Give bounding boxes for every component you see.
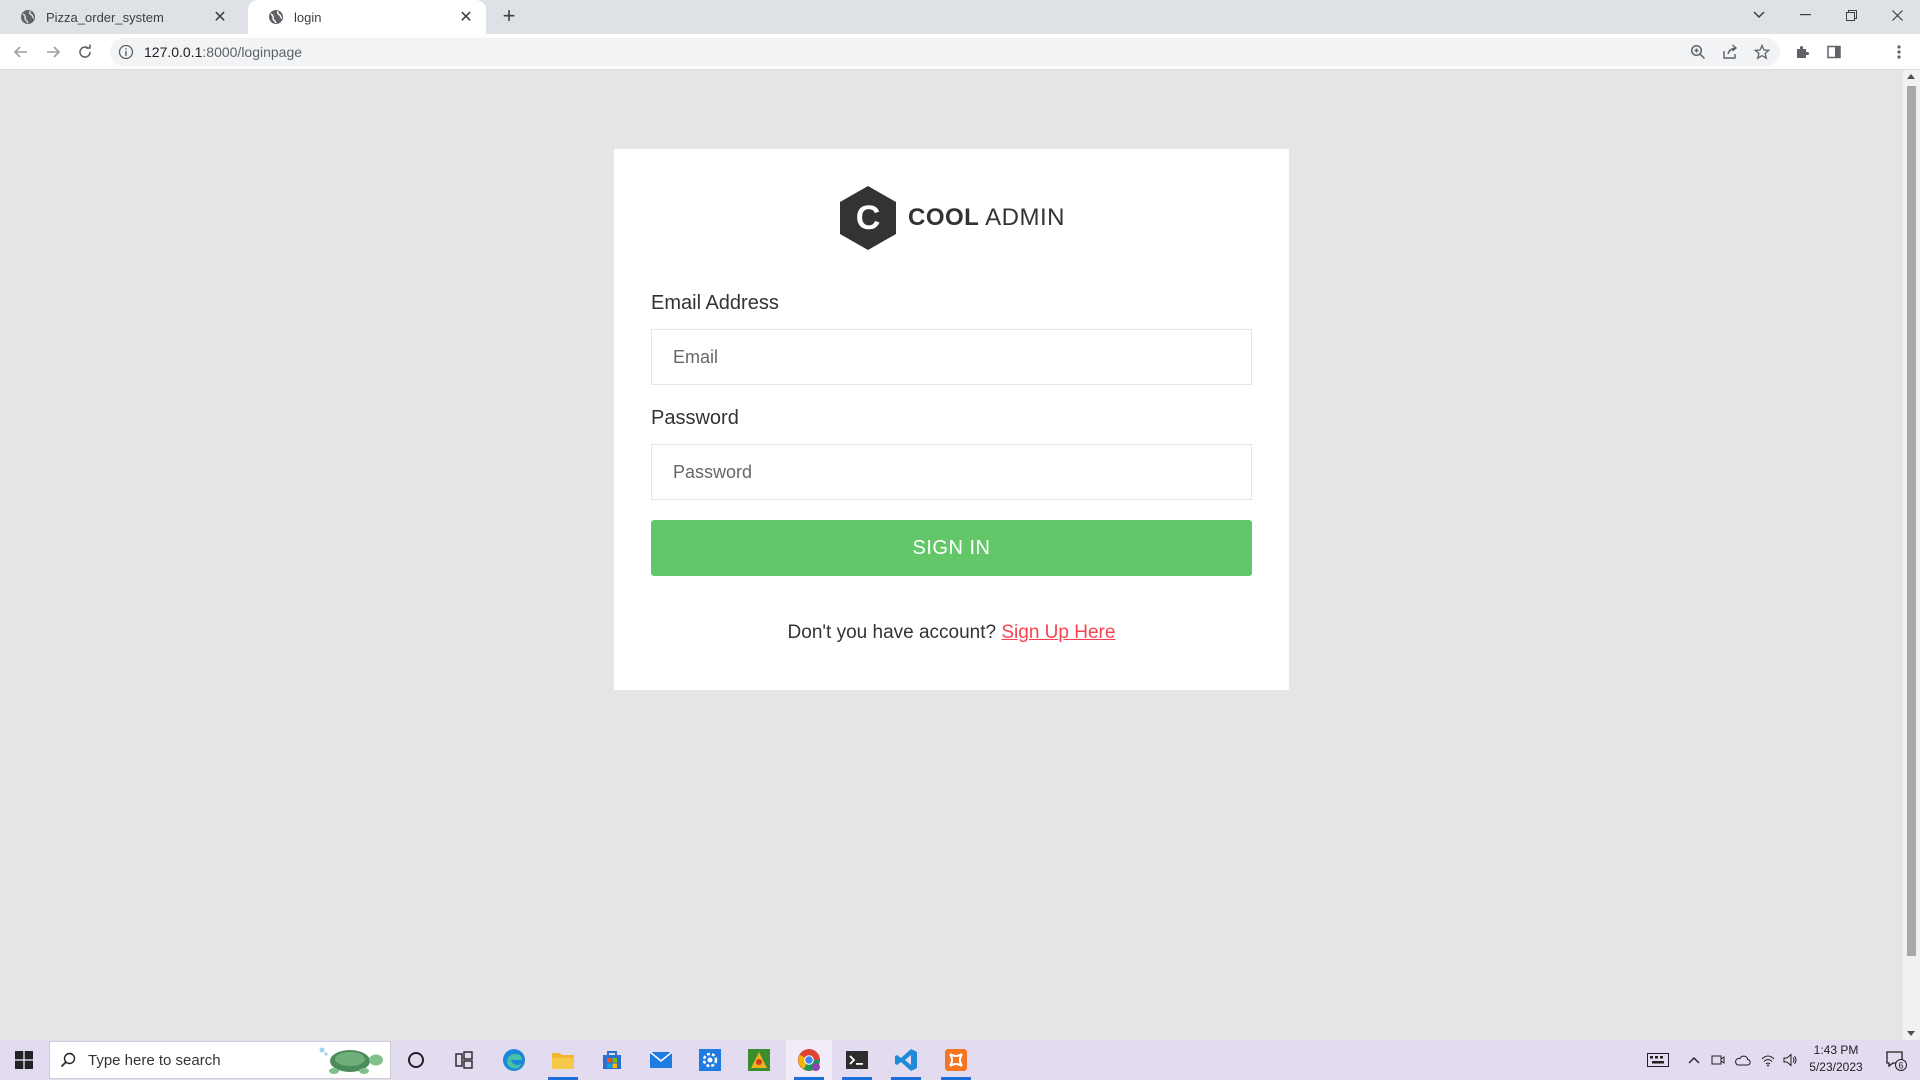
reload-icon[interactable] — [72, 39, 98, 65]
search-placeholder: Type here to search — [88, 1051, 221, 1069]
login-card: C COOL ADMIN Email Address Password SIGN… — [614, 149, 1289, 690]
vscode-icon[interactable] — [883, 1040, 929, 1080]
settings-gear-icon[interactable] — [687, 1040, 733, 1080]
brand-name: COOL ADMIN — [908, 204, 1065, 232]
windows-start-icon[interactable] — [0, 1040, 48, 1080]
close-window-icon[interactable] — [1874, 0, 1920, 30]
close-tab-icon[interactable]: ✕ — [458, 7, 474, 27]
system-clock[interactable]: 1:43 PM 5/23/2023 — [1800, 1042, 1872, 1078]
onedrive-cloud-icon[interactable] — [1732, 1040, 1754, 1080]
sign-in-button[interactable]: SIGN IN — [651, 520, 1252, 576]
address-bar[interactable]: 127.0.0.1:8000/loginpage — [110, 38, 1780, 66]
logo-mark: C — [856, 199, 881, 237]
show-hidden-icons-chevron-icon[interactable] — [1684, 1040, 1704, 1080]
page-viewport: C COOL ADMIN Email Address Password SIGN… — [0, 70, 1903, 1040]
close-tab-icon[interactable]: ✕ — [212, 7, 228, 27]
terminal-icon[interactable] — [834, 1040, 880, 1080]
scroll-down-arrow-icon[interactable] — [1907, 1031, 1915, 1036]
email-label: Email Address — [651, 292, 779, 314]
forward-arrow-icon[interactable] — [40, 39, 66, 65]
hexagon-logo-icon: C — [838, 185, 898, 251]
edge-browser-icon[interactable] — [491, 1040, 537, 1080]
scrollbar-thumb[interactable] — [1907, 86, 1916, 956]
password-field[interactable] — [651, 444, 1252, 500]
back-arrow-icon[interactable] — [8, 39, 34, 65]
share-icon[interactable] — [1717, 39, 1743, 65]
new-tab-button[interactable]: + — [496, 4, 522, 30]
bookmark-star-icon[interactable] — [1749, 39, 1775, 65]
chrome-browser-icon[interactable] — [786, 1040, 832, 1080]
cortana-icon[interactable] — [393, 1040, 439, 1080]
meet-now-icon[interactable] — [1708, 1040, 1728, 1080]
page-scrollbar[interactable] — [1903, 70, 1920, 1040]
mail-icon[interactable] — [638, 1040, 684, 1080]
network-wifi-icon[interactable] — [1758, 1040, 1778, 1080]
notification-count: 6 — [1898, 1061, 1903, 1071]
cool-admin-logo[interactable]: C COOL ADMIN — [838, 185, 1065, 251]
game-app-icon[interactable] — [736, 1040, 782, 1080]
kebab-menu-icon[interactable] — [1886, 39, 1912, 65]
volume-speaker-icon[interactable] — [1780, 1040, 1800, 1080]
notification-center-icon[interactable]: 6 — [1876, 1040, 1916, 1080]
windows-taskbar: Type here to search 1:43 PM 5/23/2023 6 — [0, 1040, 1920, 1080]
sign-up-link[interactable]: Sign Up Here — [1001, 622, 1115, 643]
file-explorer-icon[interactable] — [540, 1040, 586, 1080]
keyboard-layout-icon[interactable] — [1644, 1040, 1672, 1080]
browser-tab-strip: Pizza_order_system ✕ login ✕ + — [0, 0, 1920, 34]
zoom-icon[interactable] — [1685, 39, 1711, 65]
tab-search-chevron-icon[interactable] — [1736, 0, 1782, 30]
scroll-up-arrow-icon[interactable] — [1907, 74, 1915, 79]
xampp-icon[interactable] — [933, 1040, 979, 1080]
tab-title: login — [294, 9, 322, 25]
browser-toolbar: 127.0.0.1:8000/loginpage — [0, 34, 1920, 97]
minimize-window-icon[interactable] — [1782, 0, 1828, 30]
url-host: 127.0.0.1 — [144, 44, 203, 60]
extensions-puzzle-icon[interactable] — [1789, 39, 1815, 65]
restore-window-icon[interactable] — [1828, 0, 1874, 30]
register-prompt-text: Don't you have account? — [787, 622, 1002, 643]
turtle-illustration-icon — [316, 1044, 386, 1076]
tab-pizza-order-system[interactable]: Pizza_order_system ✕ — [0, 0, 246, 34]
url-path: :8000/loginpage — [202, 44, 303, 60]
microsoft-store-icon[interactable] — [589, 1040, 635, 1080]
search-icon — [60, 1052, 76, 1068]
clock-time: 1:43 PM — [1813, 1043, 1859, 1057]
brand-bold: COOL — [908, 204, 980, 231]
brand-light: ADMIN — [985, 204, 1066, 231]
password-label: Password — [651, 407, 739, 429]
side-panel-icon[interactable] — [1821, 39, 1847, 65]
clock-date: 5/23/2023 — [1809, 1060, 1863, 1074]
tab-login[interactable]: login ✕ — [248, 0, 486, 34]
register-prompt: Don't you have account? Sign Up Here — [614, 622, 1289, 644]
site-info-icon[interactable] — [118, 44, 134, 60]
tab-title: Pizza_order_system — [46, 9, 164, 25]
globe-icon — [20, 9, 36, 25]
task-view-icon[interactable] — [441, 1040, 487, 1080]
globe-icon — [268, 9, 284, 25]
email-field[interactable] — [651, 329, 1252, 385]
